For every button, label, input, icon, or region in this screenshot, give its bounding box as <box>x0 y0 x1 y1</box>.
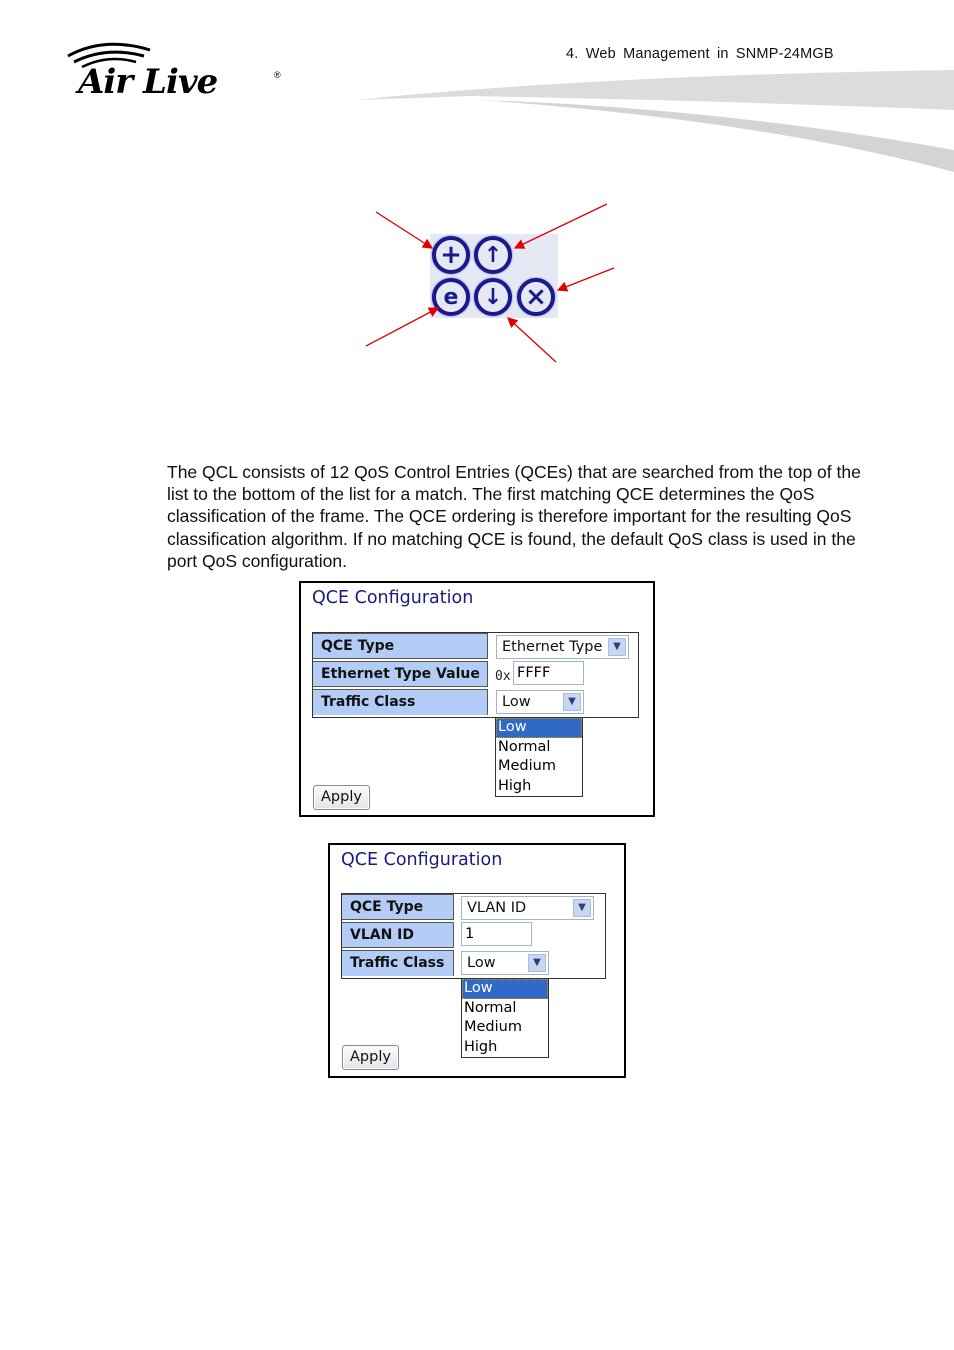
arrow-down <box>507 317 557 363</box>
qce-type-value: Ethernet Type <box>502 639 603 655</box>
qce-type-select[interactable]: Ethernet Type ▼ <box>496 635 629 659</box>
chevron-down-icon[interactable]: ▼ <box>563 693 581 711</box>
qce-config-vlan-panel: QCE Configuration QCE Type VLAN ID ▼ VLA… <box>328 843 626 1078</box>
row-qce-type: QCE Type VLAN ID ▼ <box>342 894 605 921</box>
qcl-description: The QCL consists of 12 QoS Control Entri… <box>167 462 861 571</box>
pointer-arrows <box>365 203 615 363</box>
panel-title: QCE Configuration <box>312 588 474 608</box>
chevron-down-icon[interactable]: ▼ <box>608 638 626 656</box>
label-ethernet-type-value: Ethernet Type Value <box>313 661 488 687</box>
label-traffic-class: Traffic Class <box>342 950 454 976</box>
row-traffic-class: Traffic Class Low ▼ <box>342 950 605 977</box>
option-normal[interactable]: Normal <box>462 999 548 1019</box>
ethernet-type-input[interactable]: FFFF <box>513 661 584 685</box>
chevron-down-icon[interactable]: ▼ <box>573 899 591 917</box>
qce-type-select[interactable]: VLAN ID ▼ <box>461 896 594 920</box>
traffic-class-select[interactable]: Low ▼ <box>461 951 549 975</box>
row-vlan-id: VLAN ID 1 <box>342 922 605 949</box>
arrow-add <box>375 211 434 249</box>
option-medium[interactable]: Medium <box>496 757 582 777</box>
qce-config-ethernet-panel: QCE Configuration QCE Type Ethernet Type… <box>299 581 655 817</box>
hex-prefix: 0x <box>495 669 511 684</box>
option-high[interactable]: High <box>496 777 582 797</box>
option-normal[interactable]: Normal <box>496 738 582 758</box>
label-qce-type: QCE Type <box>342 894 454 920</box>
arrow-up <box>513 203 608 249</box>
arrow-edit <box>365 307 440 347</box>
qcl-icon-legend: + ↑ e ↓ × <box>362 198 618 366</box>
chevron-down-icon[interactable]: ▼ <box>528 954 546 972</box>
traffic-class-dropdown-list[interactable]: Low Normal Medium High <box>461 978 549 1058</box>
arrow-delete <box>556 267 615 292</box>
option-low[interactable]: Low <box>462 979 548 999</box>
apply-button[interactable]: Apply <box>313 785 370 810</box>
apply-button[interactable]: Apply <box>342 1045 399 1070</box>
traffic-class-select[interactable]: Low ▼ <box>496 690 584 714</box>
qce-form-table: QCE Type VLAN ID ▼ VLAN ID 1 Traffic Cla… <box>341 893 606 979</box>
option-high[interactable]: High <box>462 1038 548 1058</box>
option-medium[interactable]: Medium <box>462 1018 548 1038</box>
qce-form-table: QCE Type Ethernet Type ▼ Ethernet Type V… <box>312 632 639 718</box>
row-qce-type: QCE Type Ethernet Type ▼ <box>313 633 638 660</box>
label-vlan-id: VLAN ID <box>342 922 454 948</box>
label-qce-type: QCE Type <box>313 633 488 659</box>
traffic-class-value: Low <box>502 694 531 710</box>
header-swoosh <box>355 70 954 172</box>
qce-type-value: VLAN ID <box>467 900 527 916</box>
label-traffic-class: Traffic Class <box>313 689 488 715</box>
traffic-class-dropdown-list[interactable]: Low Normal Medium High <box>495 717 583 797</box>
vlan-id-input[interactable]: 1 <box>461 922 532 946</box>
panel-title: QCE Configuration <box>341 850 503 870</box>
traffic-class-value: Low <box>467 955 496 971</box>
row-traffic-class: Traffic Class Low ▼ <box>313 689 638 716</box>
row-ethernet-type: Ethernet Type Value 0x FFFF <box>313 661 638 688</box>
option-low[interactable]: Low <box>496 718 582 738</box>
